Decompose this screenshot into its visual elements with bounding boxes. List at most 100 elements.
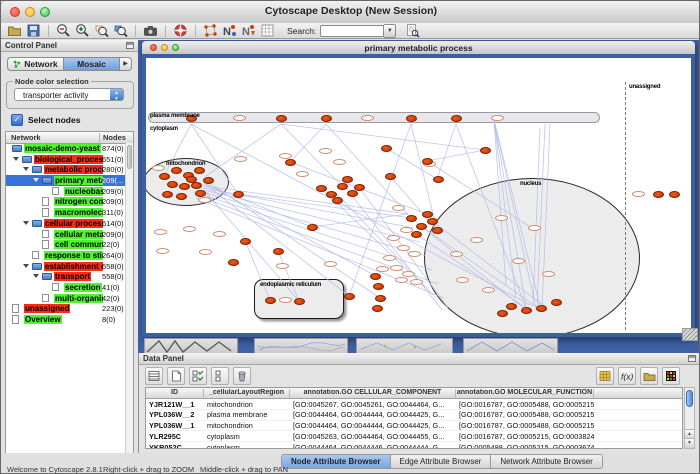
attribute-select-button[interactable] (145, 367, 163, 385)
tab-network[interactable]: Network (7, 57, 63, 71)
network-edge[interactable] (245, 241, 270, 300)
network-node[interactable] (372, 305, 383, 312)
network-node[interactable] (480, 147, 491, 154)
expander-icon[interactable] (33, 178, 39, 182)
table-cell[interactable]: [GO:0045263, GO:0044464, GO:0044455, G..… (290, 432, 456, 441)
network-node[interactable] (285, 159, 296, 166)
select-attributes-button[interactable] (189, 367, 207, 385)
network-node[interactable] (191, 182, 202, 189)
tree-row[interactable]: metabolic process280(0) (6, 164, 126, 175)
network-node[interactable] (273, 248, 284, 255)
column-header[interactable]: annotation.GO CELLULAR_COMPONENT (290, 389, 456, 399)
float-panel-icon[interactable] (688, 355, 696, 362)
network-edge[interactable] (204, 190, 420, 242)
network-node[interactable] (375, 295, 386, 302)
table-cell[interactable]: [GO:0016787, GO:0005488, GO:0005215, G..… (456, 421, 594, 430)
network-edge[interactable] (326, 124, 411, 218)
tree-row[interactable]: primary metabo209(... (6, 175, 126, 186)
network-edge[interactable] (238, 194, 411, 218)
network-edge[interactable] (206, 124, 281, 176)
table-cell[interactable]: YPL036W__1 (146, 421, 204, 430)
expander-icon[interactable] (23, 167, 29, 171)
network-node[interactable] (240, 238, 251, 245)
network-node[interactable] (451, 115, 462, 122)
network-edge[interactable] (210, 188, 349, 296)
tree-row[interactable]: unassigned223(0) (6, 303, 126, 314)
zoom-fit-icon[interactable] (111, 23, 130, 38)
network-canvas[interactable]: plasma membranecytoplasmmitochondrionnuc… (146, 58, 691, 333)
background-window-fragment[interactable] (254, 338, 348, 353)
network-node[interactable] (307, 224, 318, 231)
open-session-icon[interactable] (5, 23, 24, 38)
network-node[interactable] (370, 273, 381, 280)
network-node[interactable] (179, 183, 190, 190)
tree-row[interactable]: establishment of lo558(0) (6, 261, 126, 272)
network-node[interactable] (422, 211, 433, 218)
tab-node-attribute-browser[interactable]: Node Attribute Browser (282, 455, 391, 468)
table-cell[interactable]: [GO:0044464, GO:0044446, GO:0044444, G..… (290, 443, 456, 449)
network-node[interactable] (228, 259, 239, 266)
filter-icon[interactable]: N (239, 23, 258, 38)
import-attributes-button[interactable] (640, 367, 658, 385)
network-node[interactable] (406, 115, 417, 122)
network-node[interactable] (381, 145, 392, 152)
network-node[interactable] (497, 310, 508, 317)
zoom-in-icon[interactable] (73, 23, 92, 38)
network-node[interactable] (167, 181, 178, 188)
network-node[interactable] (406, 215, 417, 222)
table-cell[interactable]: [GO:0016787, GO:0005488, GO:0005215, G..… (456, 410, 594, 419)
table-scrollbar-thumb[interactable] (686, 390, 693, 407)
network-node[interactable] (427, 218, 438, 225)
network-node[interactable] (186, 176, 197, 183)
table-row[interactable]: YPL036W__2plasma membrane[GO:0044464, GO… (146, 410, 682, 421)
network-edge[interactable] (533, 128, 540, 306)
column-header[interactable]: _cellularLayoutRegion (204, 389, 290, 399)
network-edge[interactable] (437, 124, 456, 179)
table-cell[interactable]: YJR121W__1 (146, 400, 204, 409)
table-cell[interactable]: [GO:0044464, GO:0044444, GO:0044425, G..… (290, 421, 456, 430)
table-cell[interactable]: YLR295C (146, 432, 204, 441)
vizmapper-icon[interactable]: N (220, 23, 239, 38)
expander-icon[interactable] (13, 157, 19, 161)
tree-row[interactable]: mosaic-demo-yeast874(0) (6, 143, 126, 154)
network-node[interactable] (176, 193, 187, 200)
network-edge[interactable] (542, 124, 550, 310)
new-attribute-button[interactable] (167, 367, 185, 385)
table-row[interactable]: YPL036W__1mitochondrion[GO:0044464, GO:0… (146, 421, 682, 432)
network-node[interactable] (347, 190, 358, 197)
tab-network-attribute-browser[interactable]: Network Attribute Browser (491, 455, 601, 468)
network-node[interactable] (342, 176, 353, 183)
table-cell[interactable]: YPL036W__2 (146, 410, 204, 419)
tree-row[interactable]: cellular process614(0) (6, 218, 126, 229)
network-node[interactable] (316, 185, 327, 192)
network-node[interactable] (433, 176, 444, 183)
snapshot-icon[interactable] (141, 23, 160, 38)
attribute-table-button[interactable] (596, 367, 614, 385)
tree-scrollbar-thumb[interactable] (127, 145, 132, 169)
network-node[interactable] (195, 190, 206, 197)
table-cell[interactable]: YKR052C (146, 443, 204, 449)
network-node[interactable] (203, 177, 214, 184)
zoom-selected-region-icon[interactable] (92, 23, 111, 38)
network-node[interactable] (332, 197, 343, 204)
column-header[interactable]: annotation.GO MOLECULAR_FUNCTION (456, 389, 594, 399)
network-edge[interactable] (537, 124, 545, 308)
tree-column-nodes[interactable]: Nodes (99, 133, 126, 142)
network-node[interactable] (194, 167, 205, 174)
import-network-icon[interactable] (201, 23, 220, 38)
tree-row[interactable]: biological_process651(0) (6, 154, 126, 165)
network-node[interactable] (422, 158, 433, 165)
table-row[interactable]: YKR052Ccytoplasm[GO:0044464, GO:0044446,… (146, 442, 682, 449)
network-node[interactable] (159, 173, 170, 180)
unselect-attributes-button[interactable] (211, 367, 229, 385)
advanced-search-icon[interactable] (403, 23, 422, 38)
table-cell[interactable]: [GO:0005488, GO:0005215, GO:0003674] (456, 443, 594, 449)
network-node[interactable] (416, 223, 427, 230)
tab-edge-attribute-browser[interactable]: Edge Attribute Browser (391, 455, 492, 468)
tree-row[interactable]: cell communicat22(0) (6, 239, 126, 250)
table-cell[interactable]: [GO:0045267, GO:0045261, GO:0044464, G..… (290, 400, 456, 409)
table-cell[interactable]: cytoplasm (204, 443, 290, 449)
network-node[interactable] (373, 283, 384, 290)
network-node[interactable] (506, 303, 517, 310)
table-row[interactable]: YLR295Ccytoplasm[GO:0045263, GO:0044464,… (146, 431, 682, 442)
